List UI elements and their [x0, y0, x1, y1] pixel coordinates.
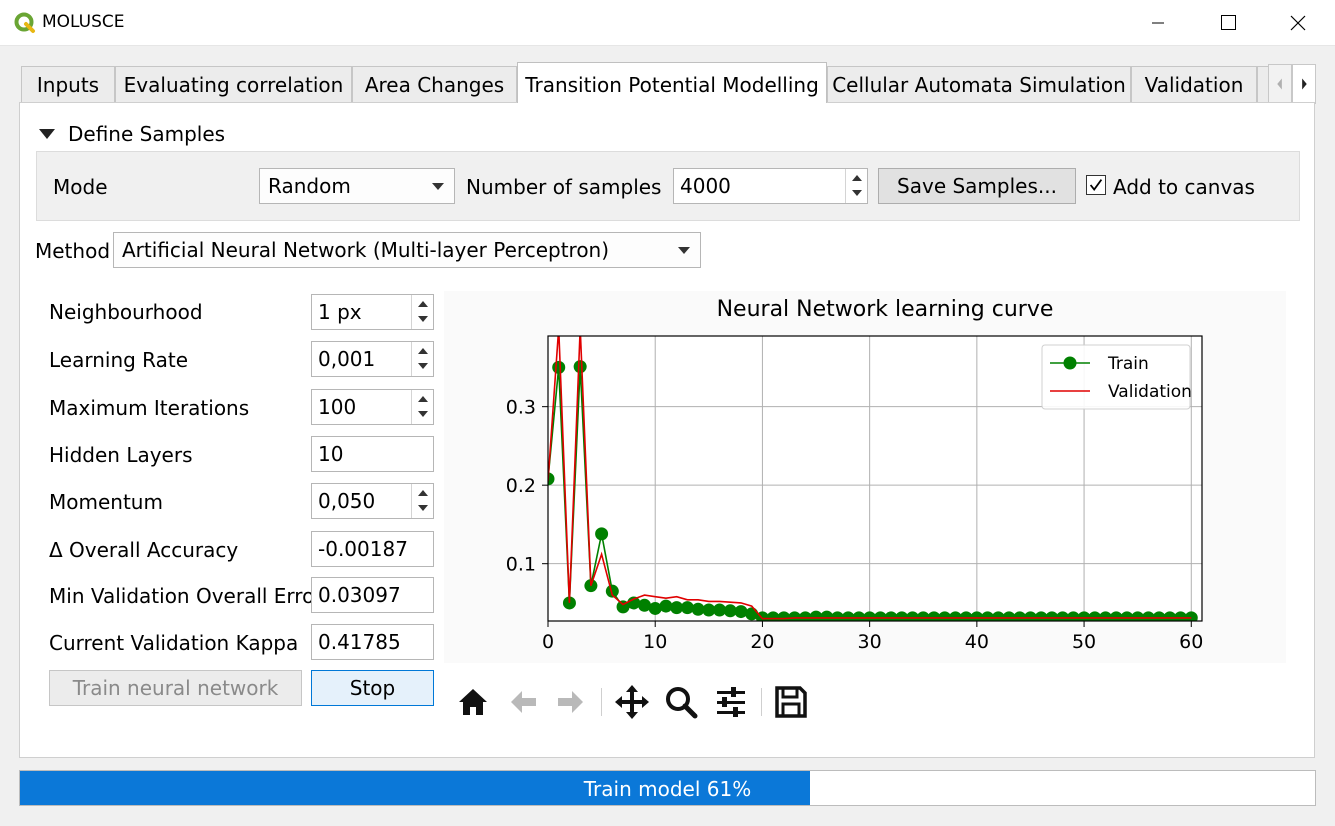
save-icon[interactable]	[771, 682, 811, 722]
neighbourhood-label: Neighbourhood	[49, 300, 203, 324]
tab-inputs[interactable]: Inputs	[21, 66, 115, 102]
learning-rate-spinbox[interactable]: 0,001	[311, 341, 434, 377]
spin-arrows-icon[interactable]	[845, 169, 867, 203]
delta-accuracy-field: -0.00187	[311, 531, 434, 567]
mode-label: Mode	[53, 175, 108, 199]
legend-train-label: Train	[1107, 354, 1149, 374]
close-button[interactable]	[1270, 0, 1326, 46]
momentum-spinbox[interactable]: 0,050	[311, 483, 434, 519]
y-tick-label: 0.1	[506, 554, 536, 576]
tab-cellular-automata-simulation[interactable]: Cellular Automata Simulation	[827, 66, 1131, 102]
progress-label: Train model 61%	[583, 777, 752, 801]
min-validation-error-field: 0.03097	[311, 577, 434, 613]
x-tick-label: 0	[542, 631, 554, 653]
x-tick-label: 20	[750, 631, 774, 653]
method-label: Method	[35, 239, 111, 263]
maximize-button[interactable]	[1200, 0, 1256, 46]
progress-bar: Train model 61%	[19, 770, 1316, 806]
x-tick-label: 40	[965, 631, 989, 653]
x-tick-label: 10	[643, 631, 667, 653]
train-point	[595, 527, 609, 541]
neighbourhood-value: 1 px	[318, 300, 362, 324]
validation-kappa-label: Current Validation Kappa	[49, 631, 299, 655]
spin-arrows-icon[interactable]	[411, 484, 433, 518]
max-iterations-label: Maximum Iterations	[49, 396, 250, 420]
chart-title: Neural Network learning curve	[717, 297, 1054, 322]
collapse-triangle-icon[interactable]	[38, 127, 56, 141]
momentum-value: 0,050	[318, 489, 376, 513]
define-samples-header[interactable]: Define Samples	[68, 122, 225, 146]
x-tick-label: 50	[1072, 631, 1096, 653]
learning-rate-label: Learning Rate	[49, 348, 189, 372]
window-title: MOLUSCE	[42, 12, 125, 32]
configure-subplots-icon[interactable]	[711, 682, 751, 722]
add-to-canvas-label[interactable]: Add to canvas	[1113, 175, 1255, 199]
train-neural-network-button[interactable]: Train neural network	[49, 670, 302, 706]
home-icon[interactable]	[453, 682, 493, 722]
y-tick-label: 0.2	[506, 475, 536, 497]
hidden-layers-field[interactable]: 10	[311, 436, 434, 472]
spin-arrows-icon[interactable]	[411, 390, 433, 424]
spin-arrows-icon[interactable]	[411, 342, 433, 376]
momentum-label: Momentum	[49, 490, 163, 514]
samples-count-label: Number of samples	[466, 175, 662, 199]
samples-count-value: 4000	[680, 174, 731, 198]
train-point	[734, 605, 748, 619]
x-tick-label: 60	[1179, 631, 1203, 653]
validation-kappa-field: 0.41785	[311, 624, 434, 660]
zoom-icon[interactable]	[661, 682, 701, 722]
samples-group	[36, 151, 1300, 221]
neighbourhood-spinbox[interactable]: 1 px	[311, 294, 434, 330]
back-arrow-icon[interactable]	[503, 682, 543, 722]
hidden-layers-label: Hidden Layers	[49, 443, 193, 467]
spin-arrows-icon[interactable]	[411, 295, 433, 329]
delta-accuracy-label: Δ Overall Accuracy	[49, 538, 239, 562]
pan-move-icon[interactable]	[612, 682, 652, 722]
legend-train-marker	[1063, 356, 1077, 370]
mode-dropdown[interactable]: Random	[259, 168, 455, 204]
y-tick-label: 0.3	[506, 397, 536, 419]
max-iterations-value: 100	[318, 395, 357, 419]
stop-button[interactable]: Stop	[311, 670, 434, 706]
tab-scroll-right-icon[interactable]	[1292, 64, 1316, 104]
tab-evaluating-correlation[interactable]: Evaluating correlation	[115, 66, 352, 102]
tab-area-changes[interactable]: Area Changes	[352, 66, 517, 102]
tab-scroll-left-icon[interactable]	[1268, 64, 1292, 104]
chevron-down-icon	[678, 247, 690, 254]
toolbar-divider	[761, 688, 762, 716]
mode-value: Random	[268, 174, 351, 198]
save-samples-button[interactable]: Save Samples...	[878, 168, 1076, 204]
method-value: Artificial Neural Network (Multi-layer P…	[122, 238, 610, 262]
train-point	[552, 360, 566, 374]
train-point	[648, 601, 662, 615]
learning-rate-value: 0,001	[318, 347, 376, 371]
train-point	[573, 360, 587, 374]
samples-count-spinbox[interactable]: 4000	[673, 168, 868, 204]
legend-validation-label: Validation	[1108, 382, 1192, 402]
chevron-down-icon	[432, 183, 444, 190]
add-to-canvas-checkbox[interactable]	[1086, 175, 1106, 195]
qgis-logo-icon	[14, 12, 35, 33]
tab-transition-potential-modelling[interactable]: Transition Potential Modelling	[517, 62, 827, 103]
toolbar-divider	[601, 688, 602, 716]
max-iterations-spinbox[interactable]: 100	[311, 389, 434, 425]
tab-validation[interactable]: Validation	[1131, 66, 1257, 102]
forward-arrow-icon[interactable]	[551, 682, 591, 722]
minimize-button[interactable]	[1130, 0, 1186, 46]
min-validation-error-label: Min Validation Overall Error	[49, 584, 323, 608]
method-dropdown[interactable]: Artificial Neural Network (Multi-layer P…	[113, 232, 701, 268]
x-tick-label: 30	[858, 631, 882, 653]
learning-curve-chart: 0 10 20 30 40 50 60 0.1 0.2 0.3 Neural Network lea…	[506, 297, 1204, 653]
